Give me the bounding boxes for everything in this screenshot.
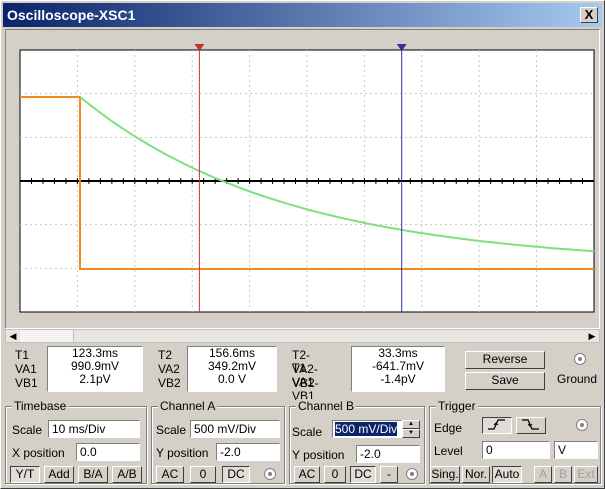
close-icon: X xyxy=(584,7,594,22)
ground-radio[interactable] xyxy=(574,353,586,365)
vb1-value: 2.1pV xyxy=(79,372,111,386)
rising-edge-icon[interactable] xyxy=(482,417,512,434)
ab-mode-button[interactable]: A/B xyxy=(112,466,142,483)
normal-trigger-button[interactable]: Nor. xyxy=(462,466,490,483)
scroll-thumb[interactable] xyxy=(20,330,74,342)
spin-down-icon[interactable]: ▼ xyxy=(402,429,420,438)
va2-label: VA2 xyxy=(158,362,180,376)
ground-label: Ground xyxy=(557,372,598,386)
spin-up-icon[interactable]: ▲ xyxy=(402,420,420,429)
trigger-level-unit[interactable]: V xyxy=(554,441,598,459)
ba-mode-button[interactable]: B/A xyxy=(78,466,108,483)
horizontal-scrollbar[interactable]: ◀ ▶ xyxy=(5,329,600,343)
trigger-source-a-button[interactable]: A xyxy=(534,466,552,483)
channel-a-radio[interactable] xyxy=(264,468,276,480)
save-button[interactable]: Save xyxy=(465,372,545,390)
x-position-field[interactable]: 0.0 xyxy=(76,443,140,461)
va1-label: VA1 xyxy=(15,362,37,376)
channel-a-scale-label: Scale xyxy=(156,423,187,437)
t2-label: T2 xyxy=(158,348,173,362)
channel-b-scale-label: Scale xyxy=(292,425,323,439)
single-trigger-button[interactable]: Sing. xyxy=(430,466,460,483)
window-title: Oscilloscope-XSC1 xyxy=(7,7,136,23)
channel-a-dc-button[interactable]: DC xyxy=(222,466,250,483)
t1-label: T1 xyxy=(15,348,30,362)
channel-b-radio[interactable] xyxy=(406,468,418,480)
edge-label: Edge xyxy=(434,421,463,435)
auto-trigger-button[interactable]: Auto xyxy=(492,466,522,483)
timebase-scale-field[interactable]: 10 ms/Div xyxy=(48,420,140,438)
channel-a-ypos-field[interactable]: -2.0 xyxy=(216,443,280,461)
channel-b-title: Channel B xyxy=(296,399,357,413)
channel-b-dc-button[interactable]: DC xyxy=(350,466,376,483)
falling-edge-icon[interactable] xyxy=(516,417,546,434)
channel-b-ypos-label: Y position xyxy=(292,448,345,462)
channel-b-zero-button[interactable]: 0 xyxy=(324,466,346,483)
diff-readout-box: 33.3ms -641.7mV -1.4pV xyxy=(351,346,445,392)
channel-a-scale-field[interactable]: 500 mV/Div xyxy=(190,420,280,438)
vb2-value: 0.0 V xyxy=(217,372,247,386)
trigger-group: Trigger Edge Level 0 V Sing. Nor. Auto A… xyxy=(429,399,601,484)
scope-graph xyxy=(19,44,595,313)
vb-diff-value: -1.4pV xyxy=(380,372,416,386)
trigger-source-b-button[interactable]: B xyxy=(554,466,572,483)
timebase-title: Timebase xyxy=(12,399,69,413)
channel-a-group: Channel A Scale 500 mV/Div Y position -2… xyxy=(151,399,285,484)
trigger-title: Trigger xyxy=(436,399,478,413)
yt-mode-button[interactable]: Y/T xyxy=(10,466,40,483)
channel-b-invert-button[interactable]: - xyxy=(380,466,398,483)
reverse-button[interactable]: Reverse xyxy=(465,351,545,369)
channel-b-scale-value: 500 mV/Div xyxy=(335,422,398,436)
rising-edge-glyph xyxy=(488,419,505,430)
t1-readout-box: 123.3ms 990.9mV 2.1pV xyxy=(47,346,143,392)
falling-edge-glyph xyxy=(522,419,539,430)
channel-a-ypos-label: Y position xyxy=(156,446,209,460)
add-mode-button[interactable]: Add xyxy=(44,466,74,483)
channel-a-zero-button[interactable]: 0 xyxy=(190,466,216,483)
channel-a-title: Channel A xyxy=(158,399,218,413)
oscilloscope-window: Oscilloscope-XSC1 X ◀ ▶ T1 VA1 VB1 123.3… xyxy=(0,0,605,489)
scroll-right-icon[interactable]: ▶ xyxy=(585,330,599,342)
timebase-scale-label: Scale xyxy=(12,423,43,437)
title-bar: Oscilloscope-XSC1 X xyxy=(3,3,602,27)
channel-b-ypos-field[interactable]: -2.0 xyxy=(356,445,420,463)
x-position-label: X position xyxy=(12,446,65,460)
channel-b-group: Channel B Scale 500 mV/Div ▲ ▼ Y positio… xyxy=(289,399,425,484)
channel-b-scale-field[interactable]: 500 mV/Div xyxy=(332,420,402,438)
scope-display xyxy=(5,29,600,329)
channel-a-ac-button[interactable]: AC xyxy=(156,466,184,483)
scroll-left-icon[interactable]: ◀ xyxy=(6,330,20,342)
trigger-level-field[interactable]: 0 xyxy=(482,441,550,459)
trigger-radio[interactable] xyxy=(576,419,588,431)
vb1-label: VB1 xyxy=(15,376,38,390)
channel-b-ac-button[interactable]: AC xyxy=(294,466,320,483)
level-label: Level xyxy=(434,444,463,458)
t2-readout-box: 156.6ms 349.2mV 0.0 V xyxy=(187,346,277,392)
trigger-source-ext-button[interactable]: Ext xyxy=(574,466,598,483)
vb2-label: VB2 xyxy=(158,376,181,390)
timebase-group: Timebase Scale 10 ms/Div X position 0.0 … xyxy=(5,399,147,484)
close-button[interactable]: X xyxy=(580,7,598,23)
